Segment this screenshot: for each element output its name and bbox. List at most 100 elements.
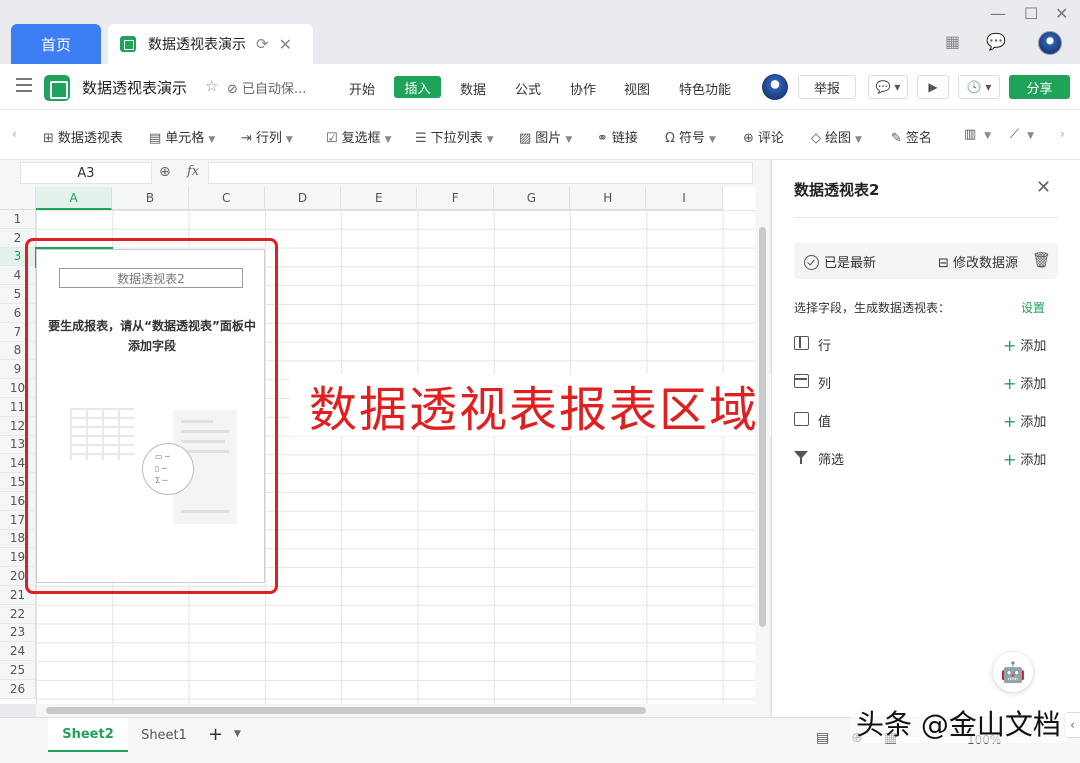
- sheet-tab-sheet1[interactable]: Sheet1: [130, 718, 198, 752]
- row-header[interactable]: 22: [0, 604, 36, 624]
- close-icon[interactable]: ✕: [1036, 177, 1051, 198]
- tool-sign[interactable]: ✎ 签名: [891, 127, 932, 146]
- row-header[interactable]: 1: [0, 210, 36, 229]
- minimize-icon[interactable]: —: [990, 4, 1006, 23]
- tool-image[interactable]: ▨ 图片 ▼: [519, 127, 572, 146]
- name-box[interactable]: A3: [20, 162, 152, 184]
- vertical-scroll-thumb[interactable]: [759, 227, 766, 627]
- column-header[interactable]: C: [188, 187, 265, 210]
- settings-link[interactable]: 设置: [1021, 299, 1045, 316]
- refresh-icon[interactable]: ⟳: [256, 35, 269, 53]
- avatar[interactable]: [1038, 31, 1062, 55]
- menu-start[interactable]: 开始: [349, 79, 375, 98]
- maximize-icon[interactable]: ☐: [1024, 4, 1038, 23]
- tool-rowcol[interactable]: ⇥ 行列 ▼: [241, 127, 293, 146]
- horizontal-scrollbar[interactable]: [36, 704, 755, 717]
- tool-line-chart[interactable]: ⟋ ▼: [1010, 127, 1034, 142]
- menu-data[interactable]: 数据: [460, 79, 486, 98]
- row-header[interactable]: 25: [0, 661, 36, 680]
- status-label: 已是最新: [824, 256, 877, 271]
- column-header[interactable]: F: [417, 187, 494, 210]
- horizontal-scroll-thumb[interactable]: [46, 707, 646, 714]
- tool-draw[interactable]: ◇ 绘图 ▼: [811, 127, 862, 146]
- column-header[interactable]: H: [570, 187, 647, 210]
- title-bar: 首页 数据透视表演示 ⟳ ✕ — ☐ ✕ ▦ 💬: [0, 0, 1080, 64]
- document-title[interactable]: 数据透视表演示: [82, 77, 187, 98]
- column-header[interactable]: B: [112, 187, 189, 210]
- autosave-status: ⊘ 已自动保...: [227, 82, 307, 97]
- column-header[interactable]: E: [341, 187, 418, 210]
- checkbox-icon: ☑: [326, 131, 338, 146]
- annotation-red-frame: [25, 238, 278, 594]
- tool-symbol[interactable]: Ω 符号 ▼: [665, 127, 716, 146]
- formula-input[interactable]: [208, 162, 753, 184]
- add-column-button[interactable]: + 添加: [1003, 373, 1046, 393]
- column-header[interactable]: A: [36, 187, 113, 210]
- row-header[interactable]: 24: [0, 642, 36, 662]
- pivot-panel: 数据透视表2 ✕ 已是最新 ⊟ 修改数据源 🗑 选择字段，生成数据透视表： 设置…: [771, 160, 1080, 717]
- close-tab-icon[interactable]: ✕: [279, 35, 292, 54]
- annotation-caption: 数据透视表报表区域: [289, 374, 822, 438]
- scroll-left-icon[interactable]: ‹: [12, 127, 17, 141]
- sheet-status-icon[interactable]: ▤: [816, 730, 829, 746]
- image-icon: ▨: [519, 131, 532, 146]
- window-close-icon[interactable]: ✕: [1055, 4, 1068, 23]
- rowcol-icon: ⇥: [241, 131, 252, 146]
- tool-pivot-table[interactable]: ⊞ 数据透视表: [43, 127, 123, 146]
- tool-link[interactable]: ⚭ 链接: [597, 127, 638, 146]
- tool-checkbox[interactable]: ☑ 复选框 ▼: [326, 127, 392, 146]
- row-header[interactable]: 23: [0, 623, 36, 643]
- plus-icon: +: [1003, 450, 1017, 469]
- add-sheet-icon[interactable]: +: [208, 724, 223, 745]
- modify-source-button[interactable]: ⊟ 修改数据源: [938, 252, 1018, 271]
- chat-icon[interactable]: 💬: [986, 32, 1006, 51]
- add-filter-button[interactable]: + 添加: [1003, 449, 1046, 469]
- menu-insert[interactable]: 插入: [394, 76, 441, 98]
- tool-dropdown-list[interactable]: ☰ 下拉列表 ▼: [415, 127, 494, 146]
- collaborator-avatar[interactable]: [762, 74, 788, 100]
- tool-label: 链接: [611, 131, 638, 146]
- column-header[interactable]: D: [264, 187, 342, 210]
- vertical-scrollbar[interactable]: [755, 187, 770, 717]
- star-icon[interactable]: ☆: [205, 77, 218, 95]
- menu-special[interactable]: 特色功能: [679, 79, 731, 98]
- assistant-bot-icon[interactable]: 🤖: [993, 652, 1033, 692]
- document-tab[interactable]: 数据透视表演示 ⟳ ✕: [108, 24, 313, 64]
- field-label: 行: [818, 339, 832, 354]
- dropdown-list-icon: ☰: [415, 131, 427, 146]
- fx-icon[interactable]: fx: [187, 164, 199, 179]
- column-header[interactable]: I: [646, 187, 723, 210]
- home-tab[interactable]: 首页: [11, 24, 101, 64]
- scroll-right-icon[interactable]: ›: [1060, 127, 1065, 141]
- apps-grid-icon[interactable]: ▦: [945, 32, 960, 51]
- report-button[interactable]: 举报: [798, 75, 856, 99]
- add-row-button[interactable]: + 添加: [1003, 335, 1046, 355]
- menu-view[interactable]: 视图: [624, 79, 650, 98]
- sheet-menu-chevron-icon[interactable]: ▼: [234, 729, 241, 739]
- history-button[interactable]: 🕓 ▾: [958, 75, 1000, 99]
- select-all-corner[interactable]: [0, 187, 36, 210]
- tool-chart[interactable]: ▥ ▼: [964, 127, 991, 142]
- values-icon: [794, 412, 809, 426]
- present-button[interactable]: ▶: [917, 75, 949, 99]
- sheet-tab-sheet2[interactable]: Sheet2: [48, 718, 128, 752]
- field-row-filter: 筛选 + 添加: [794, 448, 1058, 470]
- hamburger-menu-icon[interactable]: [16, 78, 32, 92]
- link-icon: ⚭: [597, 131, 608, 146]
- add-value-button[interactable]: + 添加: [1003, 411, 1046, 431]
- tool-comment[interactable]: ⊕ 评论: [743, 127, 784, 146]
- row-header[interactable]: 26: [0, 680, 36, 699]
- comment-menu-button[interactable]: 💬 ▾: [868, 75, 908, 99]
- trash-icon[interactable]: 🗑: [1032, 251, 1051, 269]
- field-label: 筛选: [818, 453, 845, 468]
- zoom-icon[interactable]: ⊕: [159, 164, 171, 180]
- tool-cell[interactable]: ▤ 单元格 ▼: [149, 127, 215, 146]
- share-button[interactable]: 分享: [1009, 75, 1070, 99]
- menu-collaborate[interactable]: 协作: [570, 79, 596, 98]
- field-label: 列: [818, 377, 832, 392]
- choose-fields-label: 选择字段，生成数据透视表：: [794, 301, 951, 315]
- spreadsheet-app-icon: [44, 75, 70, 101]
- column-header[interactable]: G: [493, 187, 571, 210]
- pivot-icon: ⊞: [43, 131, 54, 146]
- menu-formula[interactable]: 公式: [515, 79, 541, 98]
